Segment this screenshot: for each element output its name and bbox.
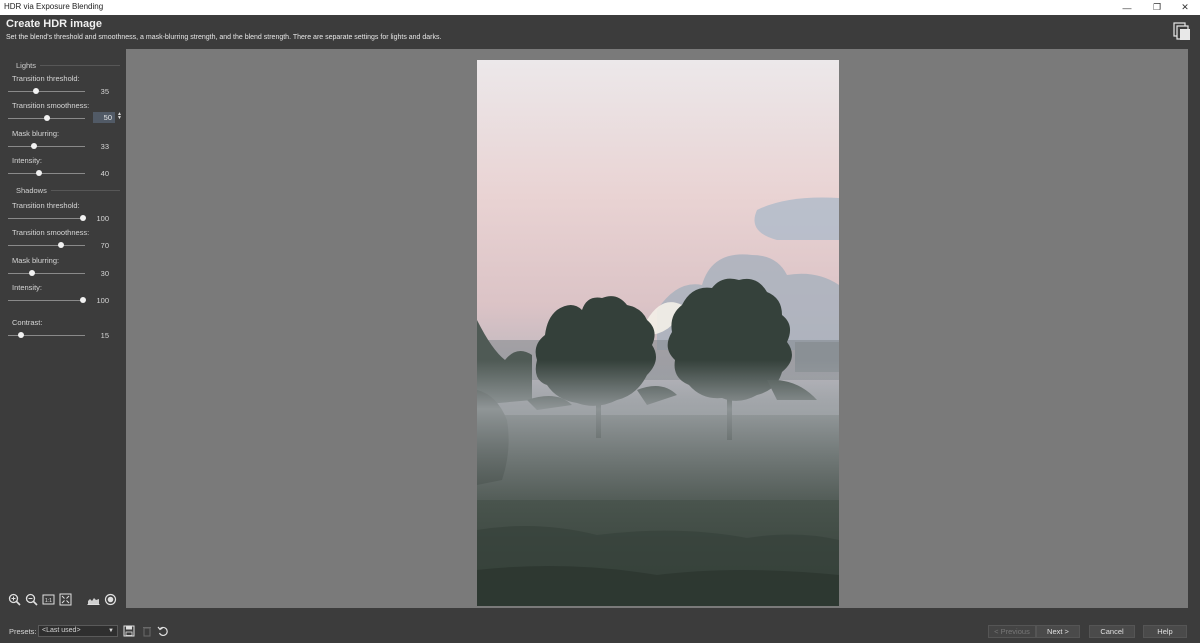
svg-text:1:1: 1:1 [45,598,52,604]
shadows-intensity-slider[interactable] [8,296,86,304]
zoom-out-icon[interactable] [25,593,38,606]
hdr-preview-image [477,60,839,606]
contrast-value[interactable]: 15 [85,331,109,340]
histogram-icon[interactable] [87,593,100,606]
dialog-title: Create HDR image [6,18,102,30]
lights-smoothness-value-input[interactable]: 50 [93,112,115,123]
zoom-in-icon[interactable] [8,593,21,606]
presets-dropdown[interactable]: <Last used> ▼ [38,625,118,637]
shadows-mask-blurring-value[interactable]: 30 [85,269,109,278]
slider-thumb[interactable] [32,88,39,94]
window-title: HDR via Exposure Blending [4,2,104,11]
preview-circle-icon[interactable] [104,593,117,606]
shadows-smoothness-label: Transition smoothness: [12,228,90,237]
close-button[interactable]: ✕ [1170,0,1200,15]
lights-mask-blurring-label: Mask blurring: [12,129,60,138]
slider-thumb[interactable] [31,143,38,149]
lights-smoothness-label: Transition smoothness: [12,101,90,110]
shadows-section-heading: Shadows [6,186,120,195]
lights-mask-blurring-value[interactable]: 33 [85,142,109,151]
lights-threshold-label: Transition threshold: [12,74,80,83]
settings-panel: Lights Transition threshold: 35 Transiti… [0,57,125,609]
cancel-button[interactable]: Cancel [1089,625,1135,638]
reset-icon[interactable] [157,625,169,637]
shadows-smoothness-value[interactable]: 70 [85,241,109,250]
help-button[interactable]: Help [1143,625,1187,638]
fit-to-window-icon[interactable] [59,593,72,606]
slider-thumb[interactable] [58,242,65,248]
actual-size-icon[interactable]: 1:1 [42,593,55,606]
slider-thumb[interactable] [17,332,24,338]
lights-intensity-value[interactable]: 40 [85,169,109,178]
next-button[interactable]: Next > [1036,625,1080,638]
shadows-threshold-slider[interactable] [8,214,86,222]
lights-mask-blurring-slider[interactable] [8,142,85,150]
lights-intensity-label: Intensity: [12,156,43,165]
chevron-down-icon: ▼ [108,628,114,634]
lights-intensity-slider[interactable] [8,169,85,177]
contrast-label: Contrast: [12,318,43,327]
delete-preset-icon[interactable] [141,625,153,637]
slider-thumb[interactable] [36,170,43,176]
dialog-header: Create HDR image Set the blend's thresho… [0,15,1200,47]
shadows-mask-blurring-label: Mask blurring: [12,256,60,265]
lights-section-heading: Lights [6,61,120,70]
slider-thumb[interactable] [43,115,50,121]
slider-thumb[interactable] [28,270,35,276]
lights-threshold-value[interactable]: 35 [85,87,109,96]
shadows-smoothness-slider[interactable] [8,241,85,249]
dialog-footer: Presets: <Last used> ▼ < Previous Next >… [0,621,1200,643]
presets-selected-value: <Last used> [42,627,81,634]
spin-buttons[interactable]: ▲ ▼ [117,112,123,121]
shadows-threshold-value[interactable]: 100 [85,214,109,223]
dialog-subtitle: Set the blend's threshold and smoothness… [6,34,442,41]
shadows-intensity-value[interactable]: 100 [85,296,109,305]
shadows-intensity-label: Intensity: [12,283,43,292]
save-preset-icon[interactable] [123,625,135,637]
lights-smoothness-slider[interactable] [8,114,85,122]
shadows-threshold-label: Transition threshold: [12,201,80,210]
previous-button[interactable]: < Previous [988,625,1036,638]
contrast-slider[interactable] [8,331,85,339]
presets-label: Presets: [9,627,37,636]
preview-canvas[interactable] [126,49,1188,608]
shadows-mask-blurring-slider[interactable] [8,269,85,277]
minimize-button[interactable]: — [1112,0,1142,15]
window-title-bar: HDR via Exposure Blending — ❐ ✕ [0,0,1200,15]
maximize-button[interactable]: ❐ [1142,0,1172,15]
multi-document-icon[interactable] [1172,21,1192,41]
lights-threshold-slider[interactable] [8,87,85,95]
